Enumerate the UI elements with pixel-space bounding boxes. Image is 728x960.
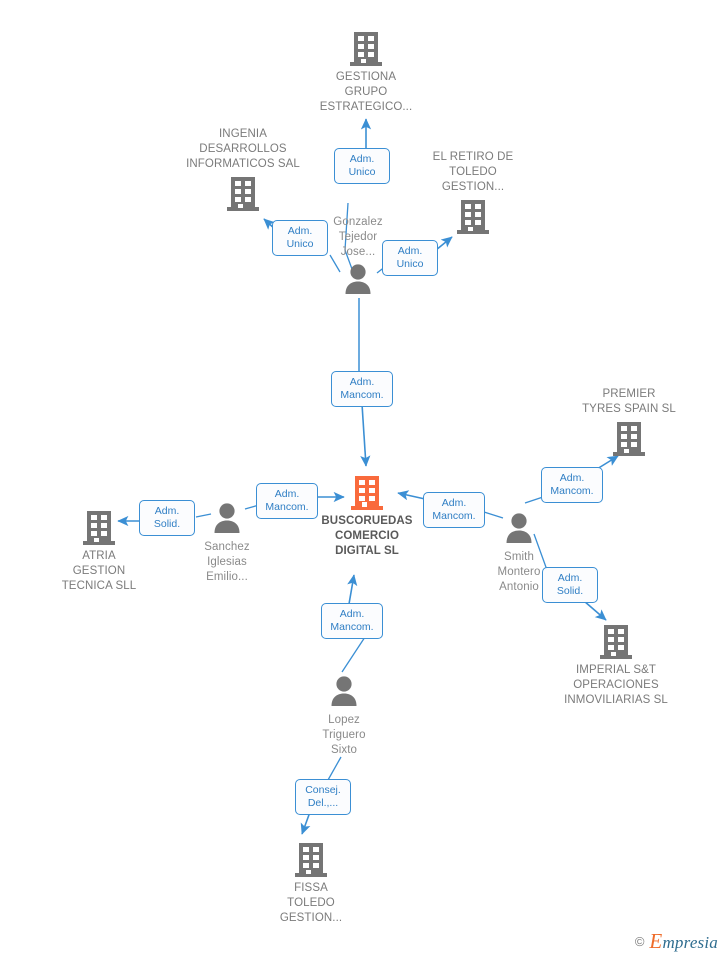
person-icon (345, 264, 371, 294)
node-label: FISSA TOLEDO GESTION... (279, 882, 343, 924)
building-icon (227, 177, 259, 211)
brand-initial: E (649, 929, 663, 953)
footer-branding: © Empresia (635, 929, 718, 954)
edge-lopez-buscoruedas-arrow (347, 574, 358, 605)
empresia-logo: Empresia (649, 929, 718, 954)
relation-tag-gonzalez-gestiona[interactable]: Adm. Unico (334, 148, 390, 184)
node-label: IMPERIAL S&T OPERACIONES INMOVILIARIAS S… (564, 664, 668, 706)
node-gestiona[interactable]: GESTIONA GRUPO ESTRATEGICO... (291, 30, 441, 115)
building-icon (295, 843, 327, 877)
edge-lopez-fissa (327, 756, 342, 781)
node-label: BUSCORUEDAS COMERCIO DIGITAL SL (321, 515, 413, 557)
edge-lopez-fissa-arrow (300, 811, 311, 835)
relation-tag-lopez-buscoruedas[interactable]: Adm. Mancom. (321, 603, 383, 639)
node-lopez-triguero[interactable]: Lopez Triguero Sixto (269, 673, 419, 758)
relation-tag-gonzalez-buscoruedas[interactable]: Adm. Mancom. (331, 371, 393, 407)
node-fissa-toledo[interactable]: FISSA TOLEDO GESTION... (236, 841, 386, 926)
edge-lopez-buscoruedas (341, 636, 366, 673)
copyright-symbol: © (634, 934, 645, 949)
building-icon (600, 625, 632, 659)
edge-gonzalez-retiro-arrow (435, 236, 453, 251)
node-ingenia[interactable]: INGENIA DESARROLLOS INFORMATICOS SAL (168, 125, 318, 213)
relation-tag-gonzalez-ingenia[interactable]: Adm. Unico (272, 220, 328, 256)
node-label: Lopez Triguero Sixto (322, 714, 366, 756)
relation-tag-lopez-fissa[interactable]: Consej. Del.,... (295, 779, 351, 815)
person-icon (214, 503, 240, 533)
relation-tag-smith-premier[interactable]: Adm. Mancom. (541, 467, 603, 503)
relation-tag-gonzalez-retiro[interactable]: Adm. Unico (382, 240, 438, 276)
node-label: Sanchez Iglesias Emilio... (204, 541, 250, 583)
edge-smith-imperial-arrow (583, 600, 607, 621)
node-label: GESTIONA GRUPO ESTRATEGICO... (319, 71, 413, 113)
person-icon (506, 513, 532, 543)
building-icon (83, 511, 115, 545)
node-label: EL RETIRO DE TOLEDO GESTION... (432, 151, 514, 193)
node-premier-tyres[interactable]: PREMIER TYRES SPAIN SL (554, 385, 704, 458)
building-icon (457, 200, 489, 234)
brand-rest: mpresia (662, 933, 718, 952)
person-icon (331, 676, 357, 706)
relationship-diagram: GESTIONA GRUPO ESTRATEGICO... INGENIA DE… (0, 0, 728, 960)
building-icon (613, 422, 645, 456)
building-icon (350, 32, 382, 66)
building-icon-highlighted (351, 476, 383, 510)
relation-tag-sanchez-buscoruedas[interactable]: Adm. Mancom. (256, 483, 318, 519)
relation-tag-smith-imperial[interactable]: Adm. Solid. (542, 567, 598, 603)
relation-tag-smith-buscoruedas[interactable]: Adm. Mancom. (423, 492, 485, 528)
relation-tag-sanchez-atria[interactable]: Adm. Solid. (139, 500, 195, 536)
node-label: INGENIA DESARROLLOS INFORMATICOS SAL (186, 128, 300, 170)
node-imperial-operaciones[interactable]: IMPERIAL S&T OPERACIONES INMOVILIARIAS S… (541, 623, 691, 708)
node-label: PREMIER TYRES SPAIN SL (582, 388, 676, 415)
edge-gonzalez-buscoruedas-arrow (360, 403, 371, 467)
